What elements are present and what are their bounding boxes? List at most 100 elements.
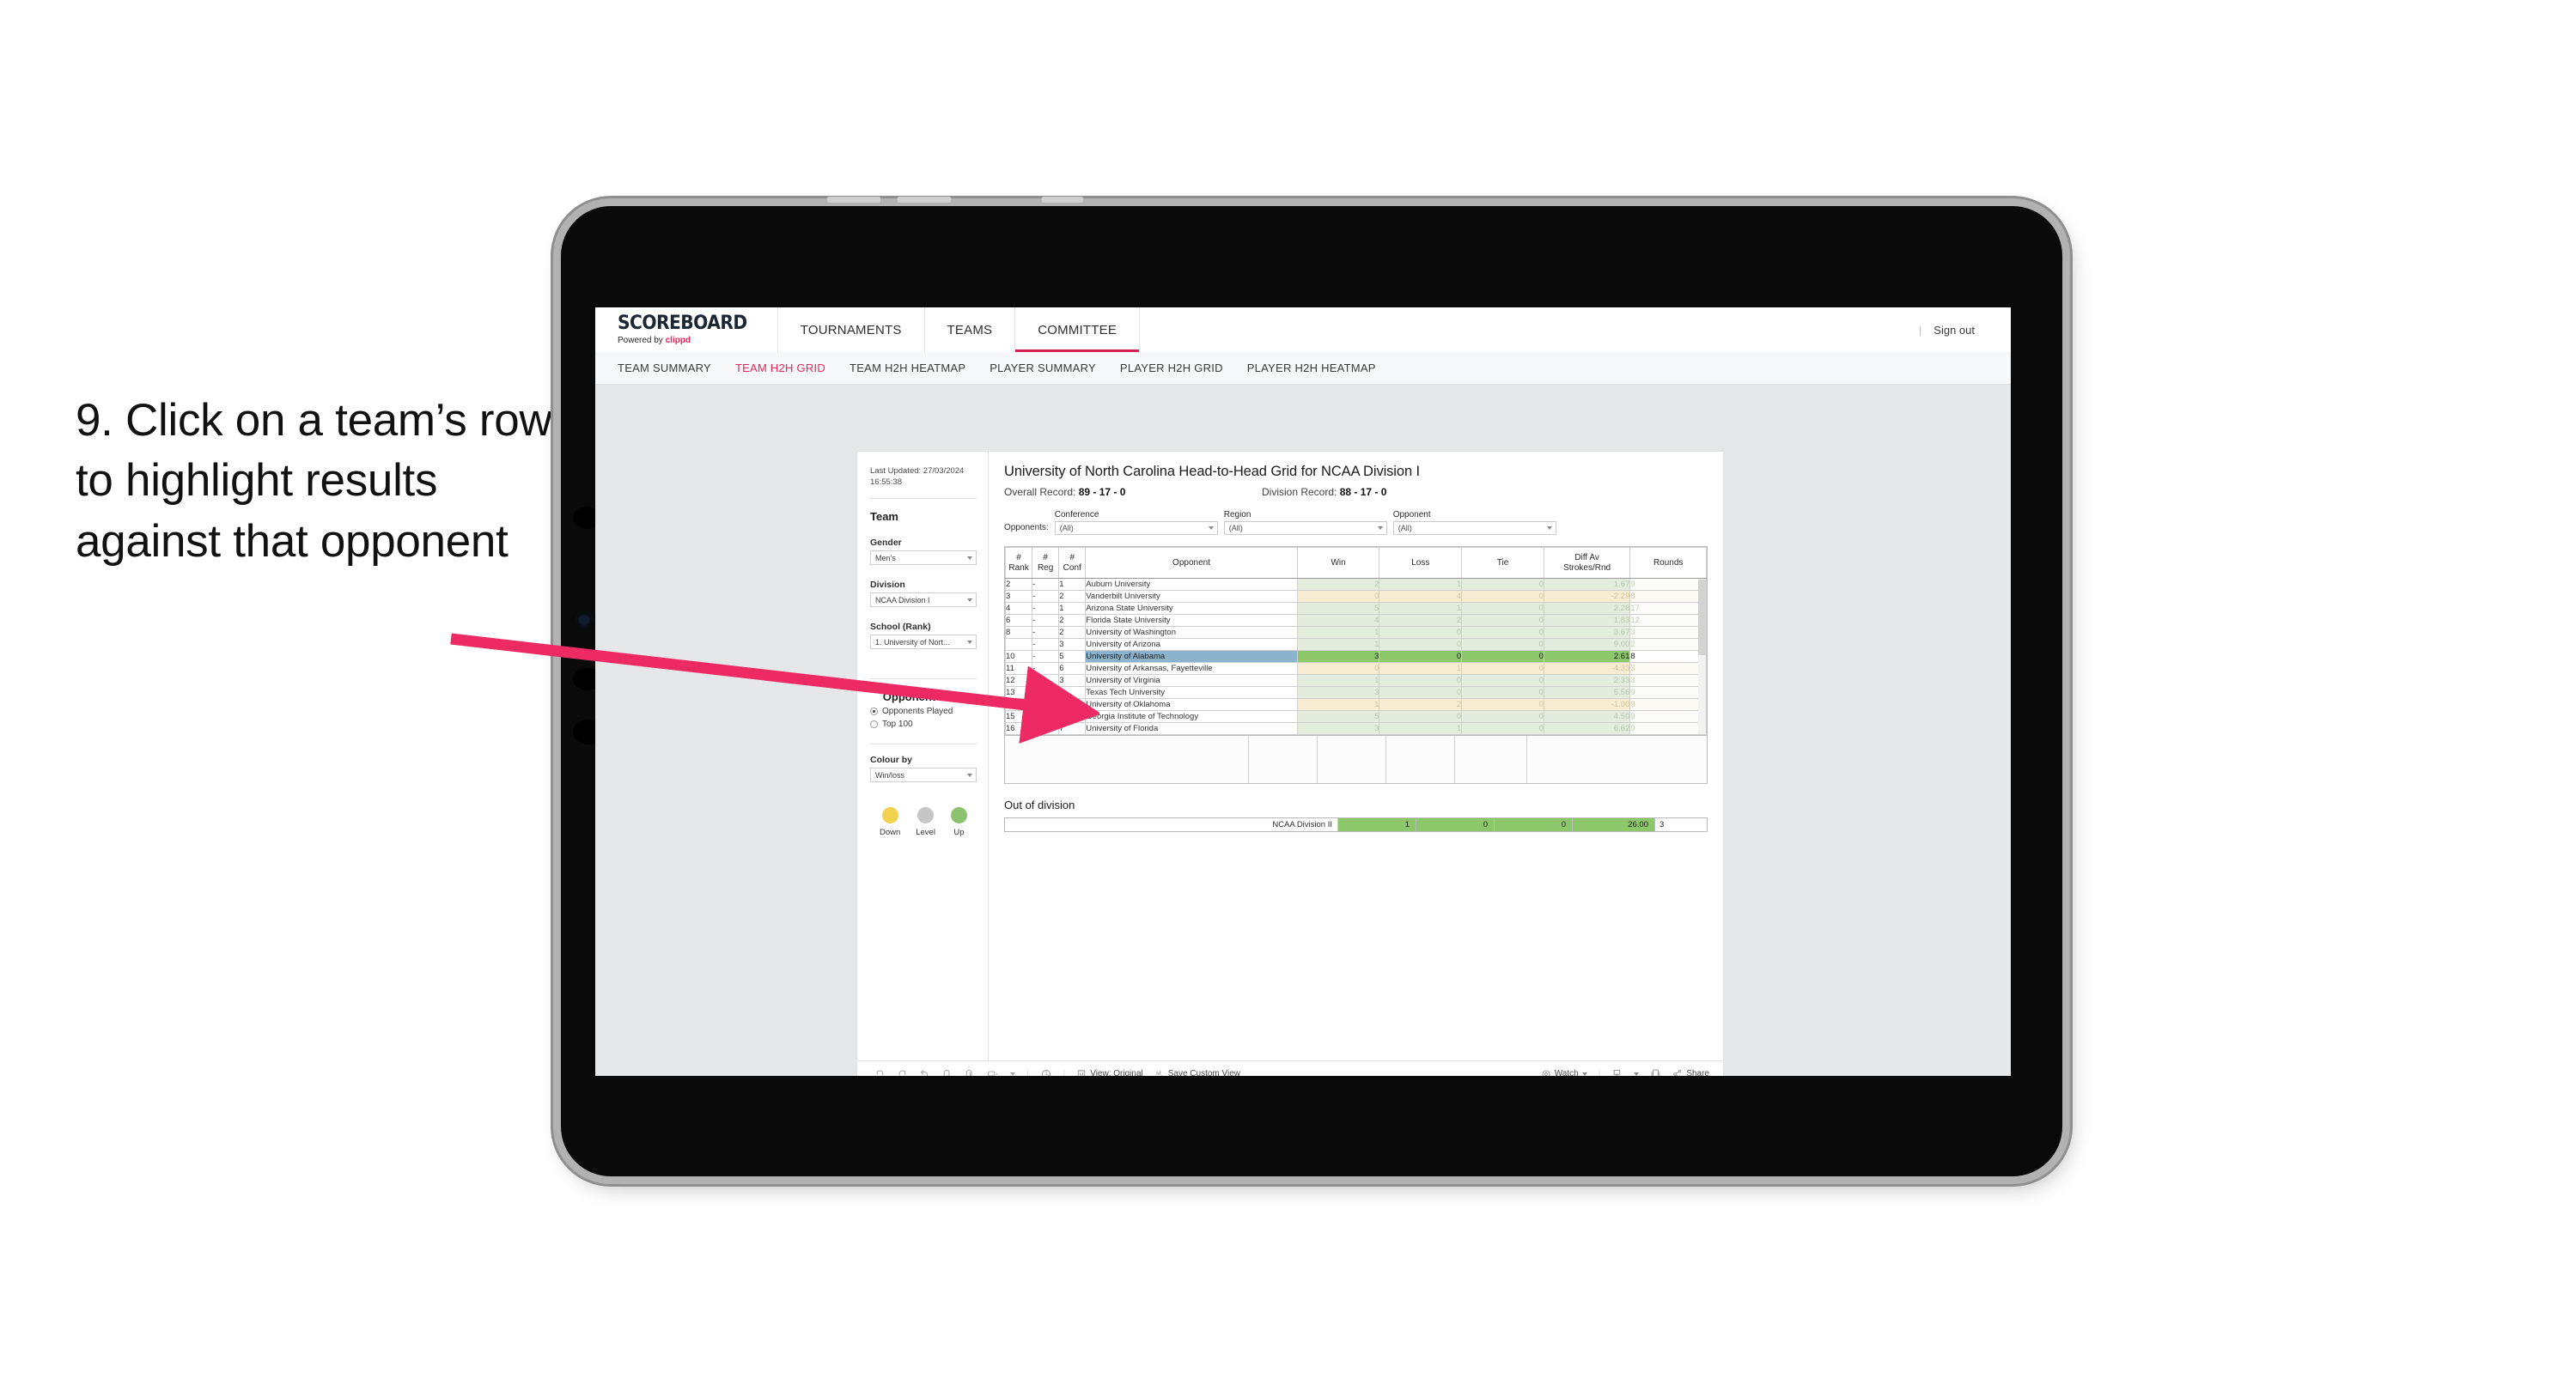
col-reg-word: Reg [1037, 562, 1054, 573]
col-rounds[interactable]: Rounds [1629, 547, 1707, 579]
subtab-team-h2h-heatmap[interactable]: TEAM H2H HEATMAP [850, 361, 965, 374]
col-opponent[interactable]: Opponent [1085, 547, 1298, 579]
cell-diff: 2.28 [1543, 602, 1631, 615]
cell-tie: 0 [1461, 722, 1544, 735]
radio-opponents-played[interactable]: Opponents Played [870, 707, 977, 716]
col-diff[interactable]: Diff Av Strokes/Rnd [1543, 547, 1631, 579]
sign-out-link[interactable]: Sign out [1934, 324, 1975, 337]
view-original-button[interactable]: View: Original [1076, 1069, 1143, 1076]
undo-icon[interactable] [874, 1068, 886, 1076]
share-label: Share [1686, 1069, 1709, 1076]
panel-divider-2 [870, 678, 977, 680]
division-select[interactable]: NCAA Division I [870, 592, 977, 608]
revert-icon[interactable] [919, 1068, 930, 1076]
table-row[interactable]: -3 University of Arizona 1 0 0 9.00 2 [1004, 638, 1707, 651]
subtab-player-h2h-grid[interactable]: PLAYER H2H GRID [1120, 361, 1223, 374]
radio-icon-selected [870, 708, 878, 716]
cell-reg: - [1032, 626, 1060, 639]
fullscreen-icon[interactable] [1650, 1068, 1661, 1076]
share-icon [1672, 1069, 1683, 1076]
pause-icon[interactable] [964, 1068, 975, 1076]
redo-icon[interactable] [897, 1068, 908, 1076]
colour-by-select[interactable]: Win/loss [870, 768, 977, 783]
highlight-icon[interactable] [1040, 1068, 1052, 1076]
table-row[interactable]: 14-2 University of Oklahoma 1 2 0 -1.00 9 [1004, 698, 1707, 711]
filter-conference: Conference (All) [1054, 510, 1218, 535]
cell-diff: 2.33 [1543, 674, 1631, 687]
colour-by-value: Win/loss [875, 770, 905, 780]
watch-button[interactable]: Watch [1541, 1069, 1587, 1076]
cell-conf: 7 [1058, 722, 1087, 735]
refresh-icon[interactable] [941, 1068, 953, 1076]
col-tie[interactable]: Tie [1461, 547, 1544, 579]
nav-tab-tournaments[interactable]: TOURNAMENTS [778, 307, 925, 352]
radio-top-100[interactable]: Top 100 [870, 720, 977, 729]
col-reg[interactable]: # Reg [1032, 547, 1060, 579]
table-row[interactable]: 12-3 University of Virginia 1 0 0 2.33 3 [1004, 674, 1707, 687]
chevron-down-icon [967, 773, 972, 777]
clippd-name: clippd [665, 336, 691, 345]
col-loss[interactable]: Loss [1379, 547, 1463, 579]
filter-conference-select[interactable]: (All) [1054, 521, 1218, 535]
table-row[interactable]: 11-6 University of Arkansas, Fayetteville… [1004, 662, 1707, 675]
col-conf[interactable]: # Conf [1058, 547, 1087, 579]
gender-select[interactable]: Men’s [870, 550, 977, 566]
table-row[interactable]: 8-2 University of Washington 1 0 0 3.67 3 [1004, 626, 1707, 639]
table-body: 2-1 Auburn University 2 1 0 1.67 9 3-2 Vanderbil… [1004, 578, 1707, 735]
table-row[interactable]: 10-5 University of Alabama 3 0 0 2.61 8 [1004, 650, 1707, 663]
filter-region-select[interactable]: (All) [1223, 521, 1387, 535]
nav-tab-teams[interactable]: TEAMS [925, 307, 1016, 352]
ood-rounds: 3 [1655, 818, 1707, 831]
subtab-player-summary[interactable]: PLAYER SUMMARY [990, 361, 1096, 374]
cell-loss: 0 [1379, 626, 1463, 639]
workbook-toolbar: | | View: Original Save Custom View Watc… [857, 1060, 1723, 1076]
nav-tab-committee[interactable]: COMMITTEE [1015, 307, 1141, 352]
out-of-division-row[interactable]: NCAA Division II 1 0 0 26.00 3 [1004, 817, 1708, 832]
col-conf-hash: # [1069, 553, 1075, 562]
subtab-player-h2h-heatmap[interactable]: PLAYER H2H HEATMAP [1247, 361, 1376, 374]
cell-reg: - [1032, 638, 1060, 651]
table-row[interactable]: 6-2 Florida State University 4 2 0 1.83 12 [1004, 614, 1707, 627]
subtab-team-h2h-grid[interactable]: TEAM H2H GRID [735, 361, 825, 374]
opponent-filters: Opponents: Conference (All) Region (All)… [1004, 510, 1708, 535]
scoreboard-logo[interactable]: SCOREBOARD Powered by clippd [595, 307, 778, 352]
table-row[interactable]: 16-7 University of Florida 3 1 0 6.62 9 [1004, 722, 1707, 735]
records-row: Overall Record: 89 - 17 - 0 Division Rec… [1004, 486, 1708, 498]
share-button[interactable]: Share [1672, 1069, 1709, 1076]
cell-rounds: 3 [1629, 674, 1707, 687]
subtab-team-summary[interactable]: TEAM SUMMARY [618, 361, 711, 374]
col-rank[interactable]: # Rank [1004, 547, 1033, 579]
grid-scrollbar-thumb[interactable] [1698, 580, 1706, 655]
save-custom-view-button[interactable]: Save Custom View [1154, 1069, 1240, 1076]
table-row[interactable]: 4-1 Arizona State University 5 1 0 2.28 17 [1004, 602, 1707, 615]
download-icon[interactable] [1611, 1068, 1623, 1076]
gender-label: Gender [870, 538, 902, 549]
cell-conf: 4 [1058, 710, 1087, 723]
cell-tie: 0 [1461, 626, 1544, 639]
table-row[interactable]: 13-1 Texas Tech University 3 0 0 5.56 9 [1004, 686, 1707, 699]
table-row[interactable]: 2-1 Auburn University 2 1 0 1.67 9 [1004, 578, 1707, 591]
col-win[interactable]: Win [1296, 547, 1380, 579]
pan-icon[interactable] [986, 1068, 999, 1076]
filter-opponent-header: Opponent [1392, 510, 1431, 519]
page-title: University of North Carolina Head-to-Hea… [1004, 464, 1420, 479]
legend-item-level: Level [916, 807, 935, 837]
cell-reg: - [1032, 650, 1060, 663]
cell-opponent: Florida State University [1085, 614, 1298, 627]
cell-rank: 14 [1004, 698, 1033, 711]
cell-rank: 6 [1004, 614, 1033, 627]
cell-reg: - [1032, 578, 1060, 591]
table-row[interactable]: 3-2 Vanderbilt University 0 4 0 -2.29 8 [1004, 590, 1707, 603]
cell-rank: 15 [1004, 710, 1033, 723]
cell-rank: 8 [1004, 626, 1033, 639]
chevron-down-icon[interactable] [1634, 1072, 1640, 1076]
workbook-body: Last Updated: 27/03/2024 16:55:38 Team G… [857, 452, 1723, 1060]
table-row[interactable]: 15-4 Georgia Institute of Technology 5 0 0 4.… [1004, 710, 1707, 723]
last-updated-date: Last Updated: 27/03/2024 [870, 466, 965, 476]
radio-label-top-100: Top 100 [882, 720, 913, 730]
chevron-down-icon [1208, 526, 1214, 530]
school-rank-select[interactable]: 1. University of Nort... [870, 635, 977, 650]
filter-opponent-select[interactable]: (All) [1392, 521, 1556, 535]
chevron-down-icon[interactable] [1010, 1072, 1015, 1076]
cell-opponent: University of Alabama [1085, 650, 1298, 663]
